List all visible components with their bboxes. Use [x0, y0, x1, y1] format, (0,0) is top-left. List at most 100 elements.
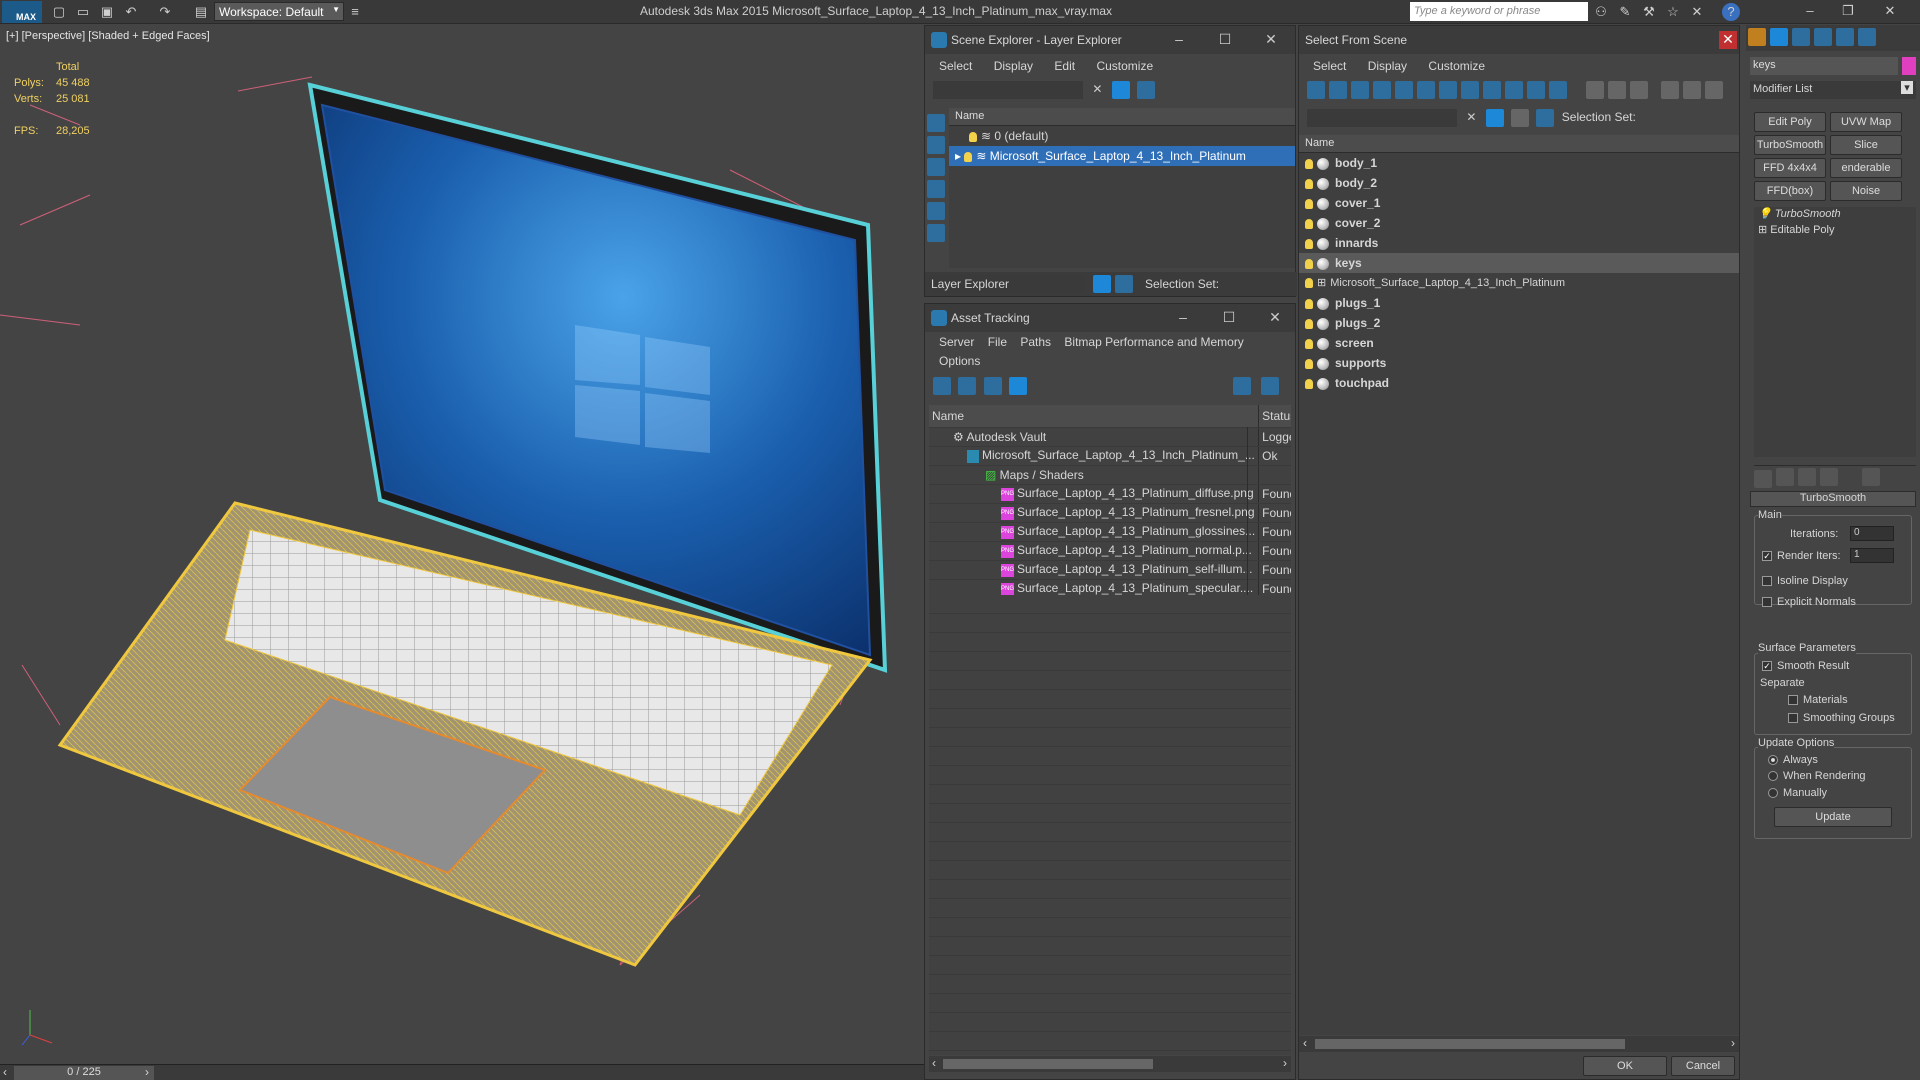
light-bulb-icon[interactable] — [1305, 178, 1313, 189]
when-rendering-radio[interactable]: When Rendering — [1768, 770, 1866, 782]
modify-tab-icon[interactable] — [1770, 28, 1788, 46]
display-containers-icon[interactable] — [1505, 81, 1523, 99]
uvw-map-button[interactable]: UVW Map — [1830, 112, 1902, 132]
render-iters-spinner[interactable]: 1 — [1850, 548, 1894, 563]
close-icon[interactable]: ✕ — [1719, 31, 1737, 49]
filter-icon[interactable] — [1111, 81, 1130, 99]
menu-paths[interactable]: Paths — [1020, 335, 1051, 349]
minimize-icon[interactable]: – — [1173, 309, 1193, 327]
search-input[interactable]: Type a keyword or phrase — [1410, 2, 1588, 21]
list-item[interactable]: keys — [1299, 253, 1739, 273]
col-header-name[interactable]: Name — [1299, 135, 1739, 153]
display-xrefs-icon[interactable] — [1461, 81, 1479, 99]
display-all-icon[interactable] — [927, 136, 945, 154]
table-row[interactable]: PNG Surface_Laptop_4_13_Platinum_normal.p… — [929, 541, 1291, 561]
light-bulb-icon[interactable] — [969, 131, 977, 142]
explicit-normals-checkbox[interactable]: Explicit Normals — [1762, 596, 1856, 608]
select-none-icon[interactable] — [1607, 81, 1626, 99]
display-geometry-icon[interactable] — [1307, 81, 1325, 99]
scroll-left-icon[interactable]: ‹ — [1303, 1036, 1307, 1050]
undo-icon[interactable]: ↶ — [122, 3, 140, 21]
open-file-icon[interactable]: ▭ — [74, 3, 92, 21]
iterations-spinner[interactable]: 0 — [1850, 526, 1894, 541]
display-shapes-icon[interactable] — [927, 202, 945, 220]
select-from-scene-titlebar[interactable]: Select From Scene ✕ — [1299, 26, 1739, 54]
manually-radio[interactable]: Manually — [1768, 787, 1827, 799]
asset-tracking-titlebar[interactable]: Asset Tracking – ☐ ✕ — [925, 304, 1295, 332]
materials-checkbox[interactable]: Materials — [1788, 694, 1848, 706]
ffd-box-button[interactable]: FFD(box) — [1754, 181, 1826, 201]
smoothing-groups-checkbox[interactable]: Smoothing Groups — [1788, 712, 1895, 724]
select-search-input[interactable] — [1307, 109, 1457, 127]
hierarchy-select-icon[interactable] — [1536, 109, 1555, 127]
light-bulb-icon[interactable] — [1305, 238, 1313, 249]
table-row[interactable]: ⚙ Autodesk Vault Logged — [929, 427, 1291, 447]
maximize-icon[interactable]: ☐ — [1215, 31, 1235, 49]
close-icon[interactable]: ✕ — [1880, 3, 1900, 21]
show-end-result-icon[interactable] — [1776, 468, 1794, 486]
menu-customize[interactable]: Customize — [1428, 59, 1485, 73]
app-logo[interactable]: MAX — [2, 1, 42, 23]
refresh-icon[interactable] — [933, 377, 951, 395]
display-groups-icon[interactable] — [1439, 81, 1457, 99]
col-header-name[interactable]: Name — [949, 108, 1295, 126]
close-icon[interactable]: ✕ — [1261, 31, 1281, 49]
configure-sets-icon[interactable] — [1862, 468, 1880, 486]
list-item[interactable]: body_2 — [1299, 173, 1739, 193]
maximize-icon[interactable]: ☐ — [1219, 309, 1239, 327]
light-bulb-icon[interactable] — [1305, 218, 1313, 229]
noise-button[interactable]: Noise — [1830, 181, 1902, 201]
minimize-icon[interactable]: – — [1800, 3, 1820, 21]
scene-explorer-titlebar[interactable]: Scene Explorer - Layer Explorer – ☐ ✕ — [925, 26, 1295, 54]
display-invert-icon[interactable] — [927, 158, 945, 176]
scene-explorer-search[interactable] — [933, 81, 1083, 99]
always-radio[interactable]: Always — [1768, 754, 1818, 766]
list-view-icon[interactable] — [958, 377, 977, 395]
light-bulb-icon[interactable] — [1305, 298, 1313, 309]
update-button[interactable]: Update — [1774, 807, 1892, 827]
edit-poly-button[interactable]: Edit Poly — [1754, 112, 1826, 132]
scroll-right-icon[interactable]: › — [1283, 1056, 1287, 1070]
menu-options[interactable]: Options — [939, 354, 980, 368]
ok-button[interactable]: OK — [1583, 1056, 1667, 1076]
stack-item[interactable]: 💡 TurboSmooth — [1754, 207, 1916, 223]
turbosmooth-rollout-header[interactable]: TurboSmooth — [1750, 491, 1916, 507]
expand-arrow-icon[interactable]: ▸ — [955, 149, 964, 163]
table-view-icon[interactable] — [1009, 377, 1028, 395]
slice-button[interactable]: Slice — [1830, 135, 1902, 155]
display-hidden-icon[interactable] — [1549, 81, 1567, 99]
expand-plus-icon[interactable]: ⊞ — [1758, 224, 1767, 236]
light-bulb-icon[interactable] — [1305, 258, 1313, 269]
next-frame-icon[interactable]: › — [145, 1065, 149, 1079]
menu-server[interactable]: Server — [939, 335, 974, 349]
time-slider[interactable]: 0 / 225 — [14, 1066, 154, 1080]
clear-search-icon[interactable]: ✕ — [1466, 110, 1476, 124]
light-bulb-icon[interactable] — [1305, 338, 1313, 349]
favorites-star-icon[interactable]: ☆ — [1664, 3, 1682, 21]
hierarchy-icon[interactable] — [1683, 81, 1702, 99]
filter-icon[interactable] — [1485, 109, 1504, 127]
menu-customize[interactable]: Customize — [1096, 59, 1153, 73]
layers-icon[interactable] — [1511, 109, 1530, 127]
renderable-spline-button[interactable]: enderable Splir — [1830, 158, 1902, 178]
scrollbar-thumb[interactable] — [1315, 1039, 1625, 1049]
display-cameras-icon[interactable] — [1373, 81, 1391, 99]
select-all-icon[interactable] — [1585, 81, 1604, 99]
layers-toggle-icon[interactable] — [1093, 275, 1111, 293]
menu-display[interactable]: Display — [1368, 59, 1407, 73]
display-spacewarps-icon[interactable] — [1417, 81, 1435, 99]
list-item[interactable]: plugs_2 — [1299, 313, 1739, 333]
display-bones-icon[interactable] — [1483, 81, 1501, 99]
light-bulb-icon[interactable] — [1305, 198, 1313, 209]
light-bulb-icon[interactable] — [1305, 158, 1313, 169]
light-bulb-icon[interactable] — [1305, 358, 1313, 369]
ffd-4x4x4-button[interactable]: FFD 4x4x4 — [1754, 158, 1826, 178]
table-row[interactable]: PNG Surface_Laptop_4_13_Platinum_glossine… — [929, 522, 1291, 542]
display-geometry-icon[interactable] — [927, 180, 945, 198]
close-icon[interactable]: ✕ — [1265, 309, 1285, 327]
menu-file[interactable]: File — [988, 335, 1007, 349]
menu-edit[interactable]: Edit — [1054, 59, 1075, 73]
display-lights-icon[interactable] — [1351, 81, 1369, 99]
remove-modifier-icon[interactable] — [1820, 468, 1838, 486]
clear-search-icon[interactable]: ✕ — [1092, 82, 1102, 96]
